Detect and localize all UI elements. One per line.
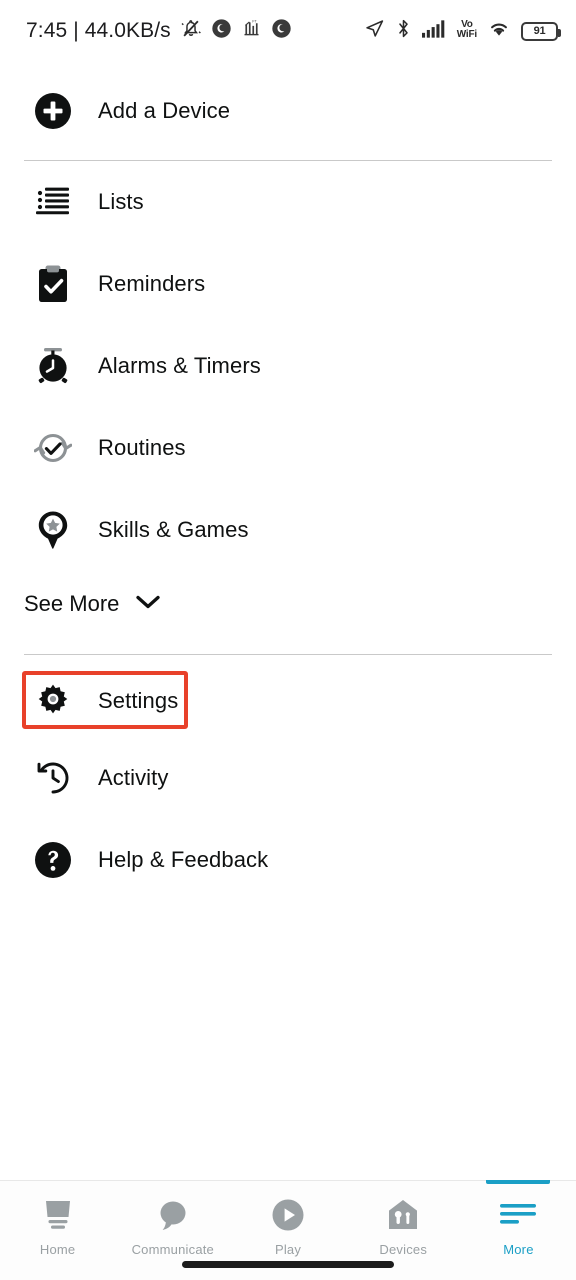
- dnd-circle-icon-2: [271, 18, 292, 44]
- see-more-button[interactable]: See More: [0, 571, 576, 637]
- mute-bell-icon: [180, 18, 202, 45]
- home-devices-icon: [386, 1195, 420, 1235]
- menu-item-skills-games[interactable]: Skills & Games: [0, 489, 576, 571]
- menu-item-label: Skills & Games: [98, 517, 249, 542]
- system-home-indicator[interactable]: [182, 1261, 394, 1268]
- menu-item-reminders[interactable]: Reminders: [0, 243, 576, 325]
- chevron-down-icon: [135, 593, 161, 616]
- play-circle-icon: [271, 1195, 305, 1235]
- status-time: 7:45 | 44.0KB/s: [26, 19, 171, 42]
- vowifi-icon: Vo WiFi: [456, 19, 477, 40]
- clock-history-icon: [30, 755, 76, 801]
- menu-item-activity[interactable]: Activity: [0, 737, 576, 819]
- see-more-label: See More: [24, 591, 120, 616]
- dnd-circle-icon: [211, 18, 232, 44]
- menu-item-routines[interactable]: Routines: [0, 407, 576, 489]
- wifi-icon: [487, 19, 511, 44]
- menu-list: Add a Device Lists Reminders Alarms & Ti…: [0, 62, 576, 901]
- menu-item-settings[interactable]: Settings: [0, 665, 576, 737]
- signal-bars-circle-icon: FT: [241, 18, 262, 44]
- nav-tab-home[interactable]: Home: [0, 1181, 115, 1280]
- nav-tab-label: Home: [39, 1242, 76, 1257]
- menu-item-lists[interactable]: Lists: [0, 161, 576, 243]
- plus-circle-icon: [30, 88, 76, 134]
- menu-item-label: Alarms & Timers: [98, 353, 261, 378]
- settings-row-wrapper: Settings: [0, 665, 576, 737]
- nav-tab-more[interactable]: More: [461, 1180, 576, 1280]
- menu-item-label: Settings: [98, 688, 179, 713]
- skills-pin-star-icon: [30, 507, 76, 553]
- menu-item-label: Lists: [98, 189, 144, 214]
- menu-item-label: Reminders: [98, 271, 206, 296]
- status-bar: 7:45 | 44.0KB/s FT Vo WiFi 91: [0, 0, 576, 62]
- battery-icon: 91: [521, 21, 561, 41]
- bluetooth-icon: [395, 18, 412, 44]
- routines-refresh-check-icon: [30, 425, 76, 471]
- location-arrow-icon: [364, 18, 385, 44]
- nav-tab-label: More: [503, 1242, 534, 1257]
- gear-icon: [30, 678, 76, 724]
- svg-text:FT: FT: [252, 19, 257, 23]
- nav-tab-label: Play: [274, 1242, 302, 1257]
- echo-show-device-icon: [40, 1195, 76, 1235]
- menu-item-label: Activity: [98, 765, 169, 790]
- menu-item-label: Add a Device: [98, 98, 231, 123]
- menu-item-help-feedback[interactable]: Help & Feedback: [0, 819, 576, 901]
- speech-bubble-icon: [156, 1195, 190, 1235]
- menu-item-alarms-timers[interactable]: Alarms & Timers: [0, 325, 576, 407]
- hamburger-more-icon: [499, 1195, 537, 1235]
- divider-bottom: [24, 654, 552, 655]
- question-circle-icon: [30, 837, 76, 883]
- nav-tab-label: Communicate: [131, 1242, 214, 1257]
- menu-item-label: Help & Feedback: [98, 847, 269, 872]
- cellular-signal-icon: [421, 19, 447, 44]
- status-bar-left: 7:45 | 44.0KB/s FT: [26, 18, 292, 45]
- active-tab-indicator: [486, 1180, 551, 1184]
- alarm-clock-icon: [30, 343, 76, 389]
- clipboard-check-icon: [30, 261, 76, 307]
- nav-tab-label: Devices: [379, 1242, 428, 1257]
- menu-item-add-a-device[interactable]: Add a Device: [0, 62, 576, 160]
- list-icon: [30, 179, 76, 225]
- status-bar-right: Vo WiFi 91: [364, 18, 561, 44]
- menu-item-label: Routines: [98, 435, 186, 460]
